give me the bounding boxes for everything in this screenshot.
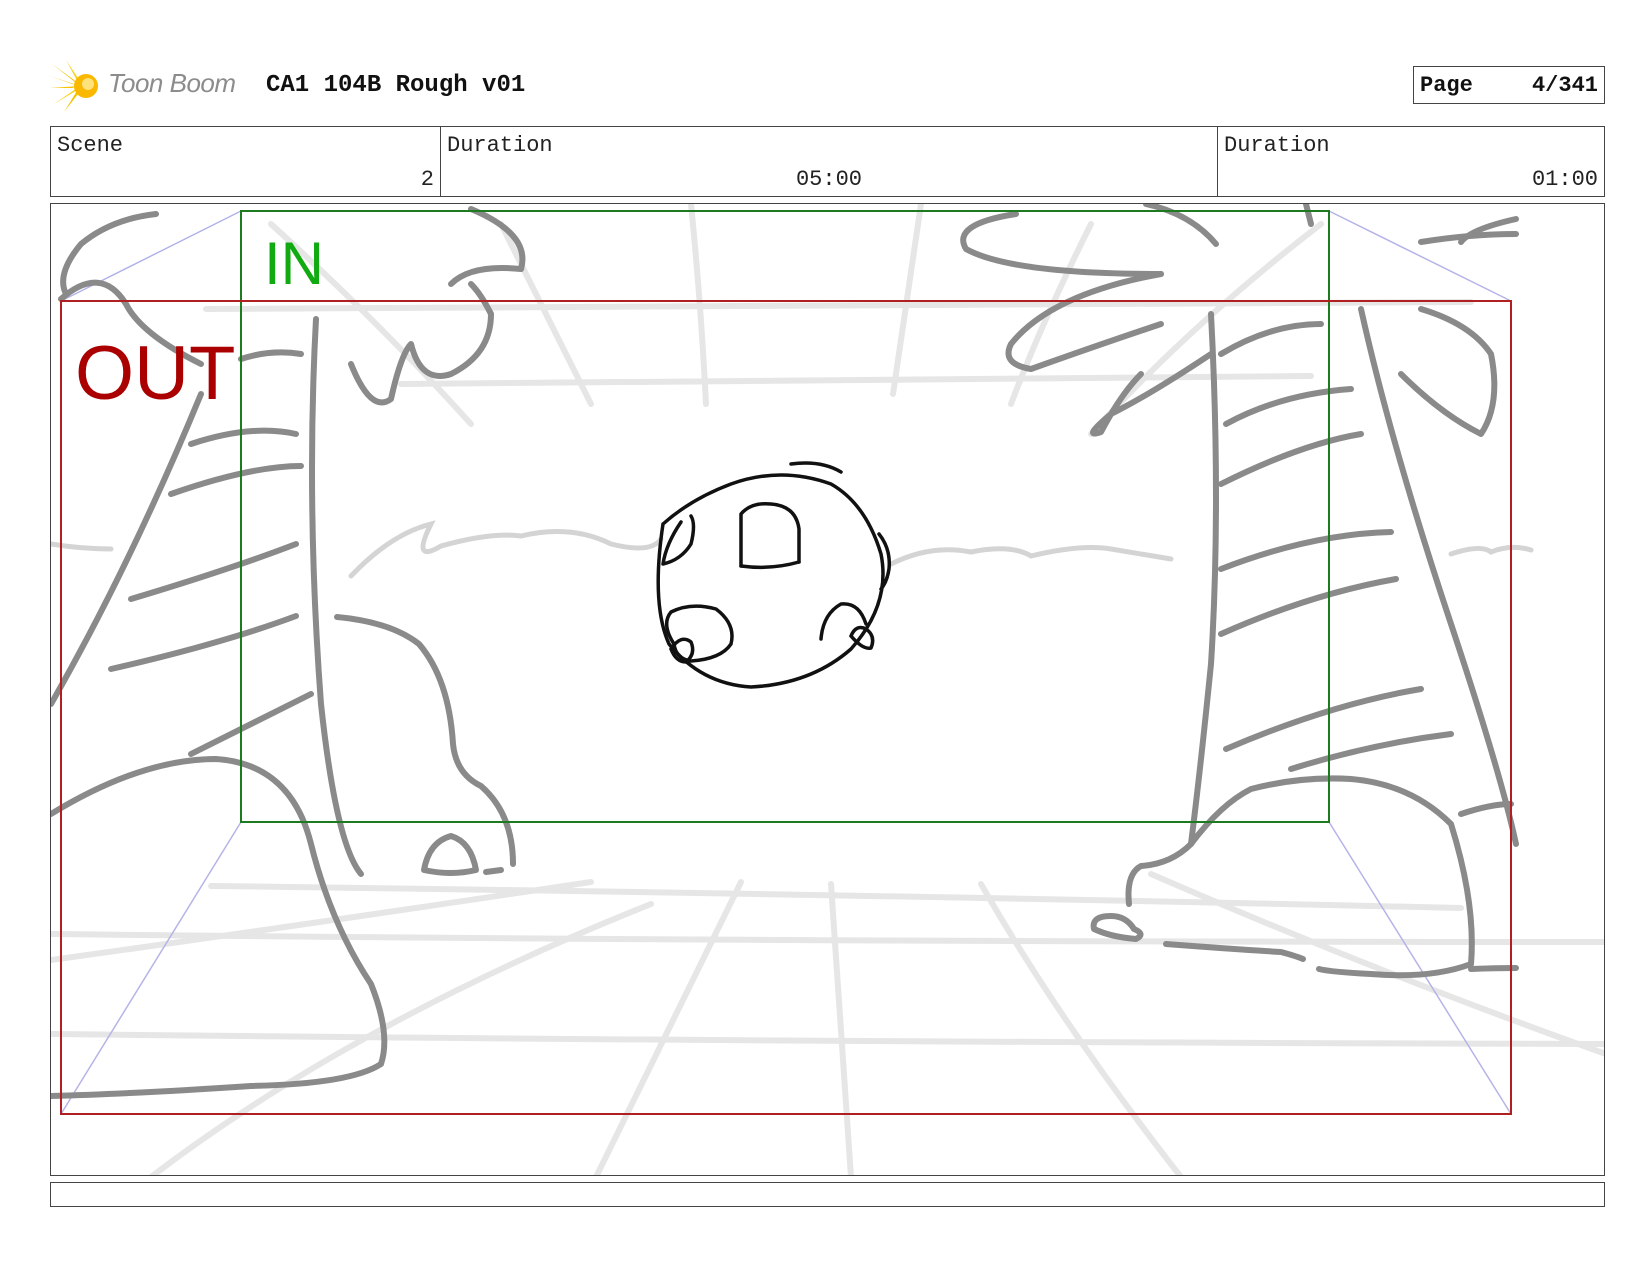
scene-label: Scene	[57, 133, 124, 158]
page-number: 4/341	[1531, 73, 1598, 98]
scene-number: 2	[420, 167, 434, 192]
panel-drawing	[51, 204, 1604, 1175]
panel-duration-value: 01:00	[1531, 167, 1598, 192]
logo-text: Toon Boom	[108, 68, 236, 98]
in-frame-label: IN	[264, 230, 324, 297]
character-sketch	[656, 461, 892, 689]
scene-duration-value: 05:00	[795, 167, 862, 192]
panel-caption-box	[50, 1182, 1605, 1207]
scene-info-row: Scene 2 Duration 05:00 Duration 01:00	[50, 126, 1605, 197]
storyboard-panel: IN OUT	[50, 203, 1605, 1176]
scene-duration-cell: Duration 05:00	[440, 127, 1217, 196]
out-frame-label: OUT	[75, 331, 236, 416]
page-label: Page	[1420, 73, 1473, 98]
scene-cell: Scene 2	[51, 127, 440, 196]
starburst-icon	[50, 60, 98, 112]
panel-duration-label: Duration	[1224, 133, 1330, 158]
panel-duration-cell: Duration 01:00	[1217, 127, 1604, 196]
camera-perspective-lines	[60, 210, 1512, 1115]
project-title: CA1 104B Rough v01	[266, 72, 526, 99]
scene-duration-label: Duration	[447, 133, 553, 158]
environment-sketch	[51, 204, 1519, 1099]
page-indicator: Page 4/341	[1413, 66, 1605, 104]
toon-boom-logo: Toon Boom	[50, 58, 250, 114]
header: Toon Boom CA1 104B Rough v01 Page 4/341	[50, 58, 1605, 118]
